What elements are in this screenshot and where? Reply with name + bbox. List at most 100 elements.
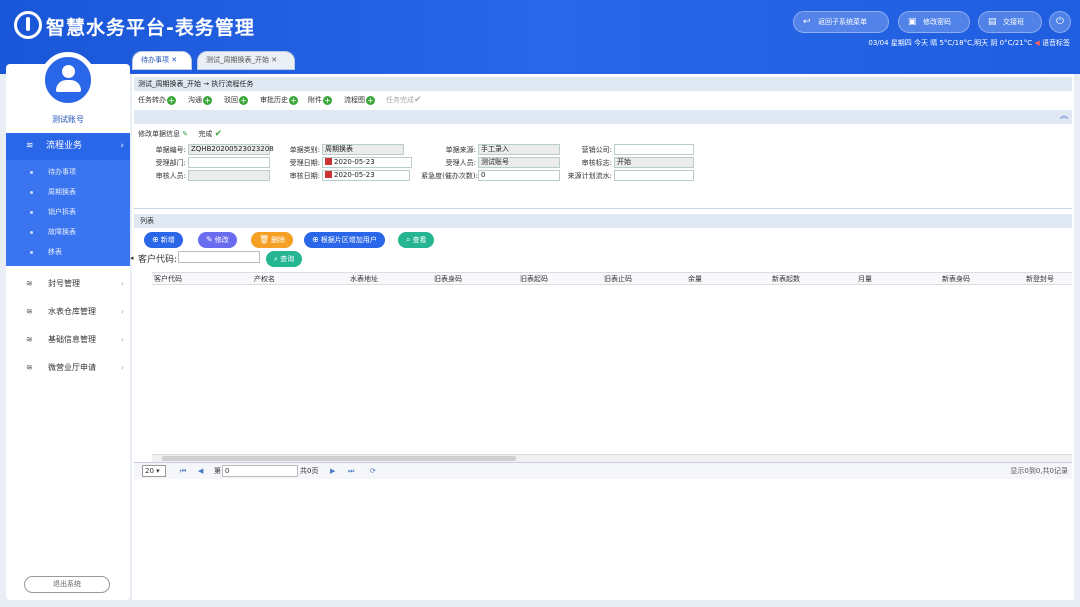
- edit-doc-button[interactable]: 修改单据信息 ✎: [138, 130, 188, 138]
- add-button[interactable]: ⊕ 新增: [144, 232, 183, 248]
- source-field[interactable]: 手工录入: [478, 144, 560, 155]
- sidebar-item-seal[interactable]: ≋ 封号管理 ›: [6, 270, 130, 298]
- last-page-icon[interactable]: ⏭: [348, 463, 354, 479]
- next-page-icon[interactable]: ▶: [330, 463, 335, 479]
- auditor-field[interactable]: [188, 170, 270, 181]
- first-page-icon[interactable]: ⏮: [180, 463, 186, 479]
- column-header[interactable]: 新表身码: [942, 273, 970, 285]
- doc-no-label: 单据编号:: [155, 146, 186, 154]
- column-header[interactable]: 旧表起码: [520, 273, 548, 285]
- refresh-icon[interactable]: ⟳: [370, 463, 376, 479]
- voice-label[interactable]: 语音标签: [1042, 39, 1070, 47]
- power-button[interactable]: ⏻: [1049, 11, 1071, 33]
- sidebar-item-micro-hall[interactable]: ≋ 微营业厅申请 ›: [6, 354, 130, 382]
- tab-todo[interactable]: 待办事项 ✕: [132, 51, 192, 70]
- weather-text: 03/04 星期四 今天 晴 5°C/18°C,明天 阴 0°C/21°C: [868, 39, 1033, 47]
- delete-label: 删除: [271, 236, 286, 244]
- audit-date-field[interactable]: 2020-05-23: [322, 170, 410, 181]
- reject-label: 驳回: [224, 96, 238, 104]
- done-button[interactable]: 完成 ✔: [198, 129, 222, 139]
- tab-todo-label: 待办事项: [141, 56, 169, 64]
- page-label: 第: [214, 467, 221, 475]
- edit-button[interactable]: ✎ 修改: [198, 232, 237, 248]
- audit-flag-field[interactable]: 开始: [614, 157, 694, 168]
- column-header[interactable]: 余量: [688, 273, 702, 285]
- calendar-icon[interactable]: [325, 171, 332, 178]
- shift-handover-button[interactable]: ▤ 交接班: [978, 11, 1042, 33]
- plan-no-field[interactable]: [614, 170, 694, 181]
- column-header[interactable]: 旧表身码: [434, 273, 462, 285]
- reject-button[interactable]: 驳回 +: [224, 92, 248, 108]
- layers-icon: ≋: [26, 279, 33, 288]
- sidebar-item-label: 微营业厅申请: [48, 363, 96, 372]
- task-complete-button[interactable]: 任务完成✔: [386, 92, 422, 108]
- return-menu-button[interactable]: ↩ 返回子系统菜单: [793, 11, 889, 33]
- edit-label: 修改: [214, 236, 229, 244]
- app-title: 智慧水务平台-表务管理: [46, 17, 255, 39]
- sidebar-subitem-periodic[interactable]: 周期换表: [6, 182, 130, 202]
- collapse-icon[interactable]: ︽: [1060, 110, 1068, 121]
- plan-no-label: 来源计划流水:: [567, 172, 612, 180]
- dept-field[interactable]: [188, 157, 270, 168]
- sidebar-item-workflow[interactable]: ≋ 流程业务 ›: [6, 133, 130, 160]
- horizontal-scrollbar[interactable]: [152, 454, 1072, 462]
- communicate-button[interactable]: 沟通 +: [188, 92, 212, 108]
- change-password-button[interactable]: ▣ 修改密码: [898, 11, 970, 33]
- user-name: 测试账号: [52, 115, 84, 124]
- page-input[interactable]: 0: [222, 465, 298, 477]
- pencil-icon: ✎: [206, 235, 213, 244]
- column-header[interactable]: 旧表止码: [604, 273, 632, 285]
- task-toolbar: 任务转办 + 沟通 + 驳回 + 审批历史 + 附件 + 流程图 + 任务完成✔: [134, 92, 1072, 108]
- sidebar-item-label: 流程业务: [46, 141, 83, 151]
- page-size-select[interactable]: 20 ▾: [142, 465, 166, 477]
- calendar-icon[interactable]: [325, 158, 332, 165]
- sidebar-subitem-todo[interactable]: 待办事项: [6, 162, 130, 182]
- plus-icon: +: [323, 96, 332, 105]
- voice-icon[interactable]: ◀: [1034, 39, 1039, 47]
- column-header[interactable]: 新登封号: [1026, 273, 1054, 285]
- flowchart-button[interactable]: 流程图 +: [344, 92, 375, 108]
- attachment-button[interactable]: 附件 +: [308, 92, 332, 108]
- close-icon[interactable]: ✕: [171, 56, 177, 64]
- chevron-right-icon: ›: [120, 279, 124, 288]
- search-icon: ⌕: [274, 255, 278, 263]
- layers-icon: ≋: [26, 335, 33, 344]
- sidebar-submenu: 待办事项 周期换表 销户拆表 故障换表 移表: [6, 160, 130, 266]
- doc-type-field[interactable]: 周期换表: [322, 144, 404, 155]
- doc-no-field[interactable]: ZQHB20200523023208: [188, 144, 274, 155]
- delete-button[interactable]: 🗑 删除: [251, 232, 294, 248]
- weather-status: 03/04 星期四 今天 晴 5°C/18°C,明天 阴 0°C/21°C ◀ …: [868, 38, 1070, 48]
- sidebar-subitem-move[interactable]: 移表: [6, 242, 130, 262]
- view-button[interactable]: ⌕ 查看: [398, 232, 435, 248]
- prev-page-icon[interactable]: ◀: [198, 463, 203, 479]
- transfer-task-button[interactable]: 任务转办 +: [138, 92, 176, 108]
- app-logo: [14, 11, 42, 39]
- urgency-field[interactable]: 0: [478, 170, 560, 181]
- sidebar-subitem-fault[interactable]: 故障换表: [6, 222, 130, 242]
- query-label: 查询: [280, 255, 295, 263]
- power-icon: ⏻: [1056, 16, 1064, 27]
- trash-icon: 🗑: [259, 235, 270, 244]
- column-header[interactable]: 新表起数: [772, 273, 800, 285]
- customer-code-input[interactable]: [178, 251, 260, 263]
- sidebar-subitem-cancel[interactable]: 销户拆表: [6, 202, 130, 222]
- column-header[interactable]: 水表地址: [350, 273, 378, 285]
- approval-history-button[interactable]: 审批历史 +: [260, 92, 298, 108]
- logout-button[interactable]: 退出系统: [24, 576, 110, 593]
- accept-date-field[interactable]: 2020-05-23: [322, 157, 412, 168]
- auditor-label: 审核人员:: [155, 172, 186, 180]
- column-header[interactable]: 客户代码: [154, 273, 182, 285]
- column-header[interactable]: 产权名: [254, 273, 275, 285]
- column-header[interactable]: 月量: [858, 273, 872, 285]
- sidebar-item-warehouse[interactable]: ≋ 水表仓库管理 ›: [6, 298, 130, 326]
- done-label: 完成: [198, 130, 213, 138]
- acceptor-field[interactable]: 测试账号: [478, 157, 560, 168]
- add-by-area-button[interactable]: ⊕ 根据片区增加用户: [304, 232, 385, 248]
- sidebar-item-basic-info[interactable]: ≋ 基础信息管理 ›: [6, 326, 130, 354]
- close-icon[interactable]: ✕: [271, 56, 277, 64]
- collapse-arrow-icon[interactable]: ◂: [130, 254, 134, 262]
- tab-periodic-replace[interactable]: 测试_周期换表_开始 ✕: [197, 51, 295, 70]
- company-field[interactable]: [614, 144, 694, 155]
- scrollbar-thumb[interactable]: [162, 456, 516, 461]
- query-button[interactable]: ⌕ 查询: [266, 251, 303, 267]
